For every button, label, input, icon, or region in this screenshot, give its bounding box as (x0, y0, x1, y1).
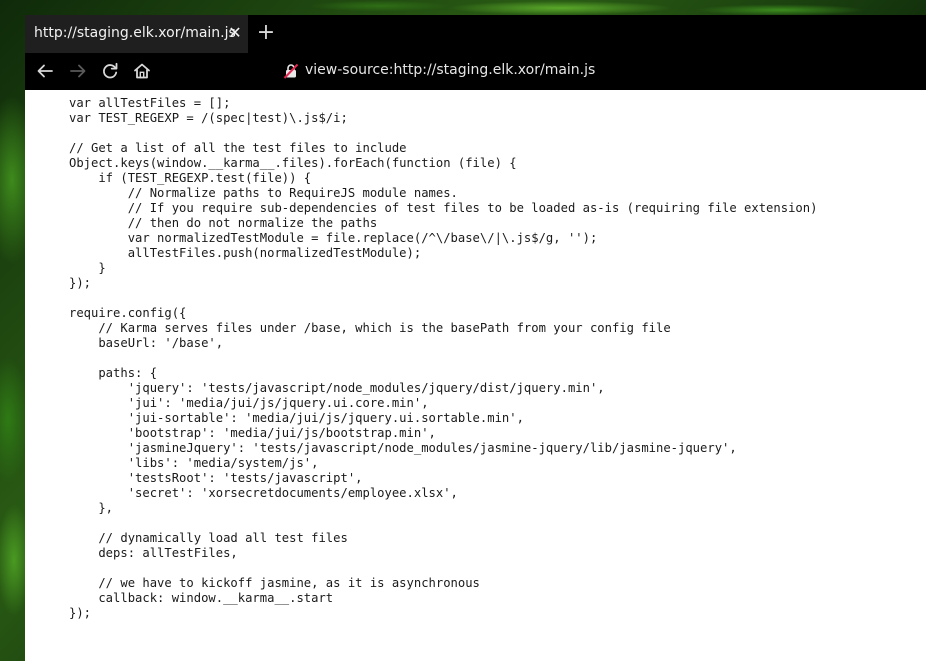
source-line: // Karma serves files under /base, which… (69, 321, 671, 335)
source-line: paths: { (69, 366, 158, 380)
source-line: allTestFiles.push(normalizedTestModule); (69, 246, 422, 260)
tab-title: http://staging.elk.xor/main.js (34, 25, 236, 41)
home-icon[interactable] (131, 60, 153, 82)
navigation-toolbar: view-source:http://staging.elk.xor/main.… (25, 53, 926, 90)
source-line: 'secret': 'xorsecretdocuments/employee.x… (69, 486, 458, 500)
source-line: if (TEST_REGEXP.test(file)) { (69, 171, 312, 185)
reload-icon[interactable] (99, 60, 121, 82)
source-line: }); (69, 276, 92, 290)
source-line: 'jui': 'media/jui/js/jquery.ui.core.min'… (69, 396, 429, 410)
page-content: var allTestFiles = []; var TEST_REGEXP = … (25, 90, 926, 661)
browser-window: http://staging.elk.xor/main.js ✕ + view-… (25, 15, 926, 661)
source-line: // then do not normalize the paths (69, 216, 378, 230)
arrow-left-icon[interactable] (34, 60, 56, 82)
address-url: view-source:http://staging.elk.xor/main.… (305, 62, 596, 78)
source-line: // dynamically load all test files (69, 531, 348, 545)
source-line: var allTestFiles = []; (69, 96, 231, 110)
source-line (69, 516, 817, 531)
source-line: require.config({ (69, 306, 187, 320)
source-line: 'jui-sortable': 'media/jui/js/jquery.ui.… (69, 411, 524, 425)
source-line: var TEST_REGEXP = /(spec|test)\.js$/i; (69, 111, 348, 125)
source-line (69, 291, 817, 306)
source-line (69, 561, 817, 576)
source-line: deps: allTestFiles, (69, 546, 238, 560)
new-tab-icon[interactable]: + (256, 22, 276, 44)
source-line: 'jquery': 'tests/javascript/node_modules… (69, 381, 605, 395)
source-line: // Normalize paths to RequireJS module n… (69, 186, 458, 200)
tab-bar: http://staging.elk.xor/main.js ✕ + (25, 15, 926, 53)
source-line: 'testsRoot': 'tests/javascript', (69, 471, 363, 485)
source-line (69, 126, 817, 141)
tab-main-js[interactable]: http://staging.elk.xor/main.js ✕ (25, 15, 248, 53)
source-line: }); (69, 606, 92, 620)
insecure-lock-icon[interactable] (283, 63, 299, 79)
source-code: var allTestFiles = []; var TEST_REGEXP = … (69, 96, 817, 621)
source-line: 'bootstrap': 'media/jui/js/bootstrap.min… (69, 426, 436, 440)
source-line: var normalizedTestModule = file.replace(… (69, 231, 598, 245)
source-line: // Get a list of all the test files to i… (69, 141, 407, 155)
source-line: 'jasmineJquery': 'tests/javascript/node_… (69, 441, 737, 455)
source-line: callback: window.__karma__.start (69, 591, 334, 605)
source-line (69, 351, 817, 366)
source-line: }, (69, 501, 114, 515)
source-line: } (69, 261, 106, 275)
source-line: // we have to kickoff jasmine, as it is … (69, 576, 480, 590)
close-icon[interactable]: ✕ (226, 24, 244, 42)
source-line: 'libs': 'media/system/js', (69, 456, 319, 470)
source-line: baseUrl: '/base', (69, 336, 224, 350)
arrow-right-icon[interactable] (67, 60, 89, 82)
source-line: Object.keys(window.__karma__.files).forE… (69, 156, 517, 170)
source-line: // If you require sub-dependencies of te… (69, 201, 818, 215)
